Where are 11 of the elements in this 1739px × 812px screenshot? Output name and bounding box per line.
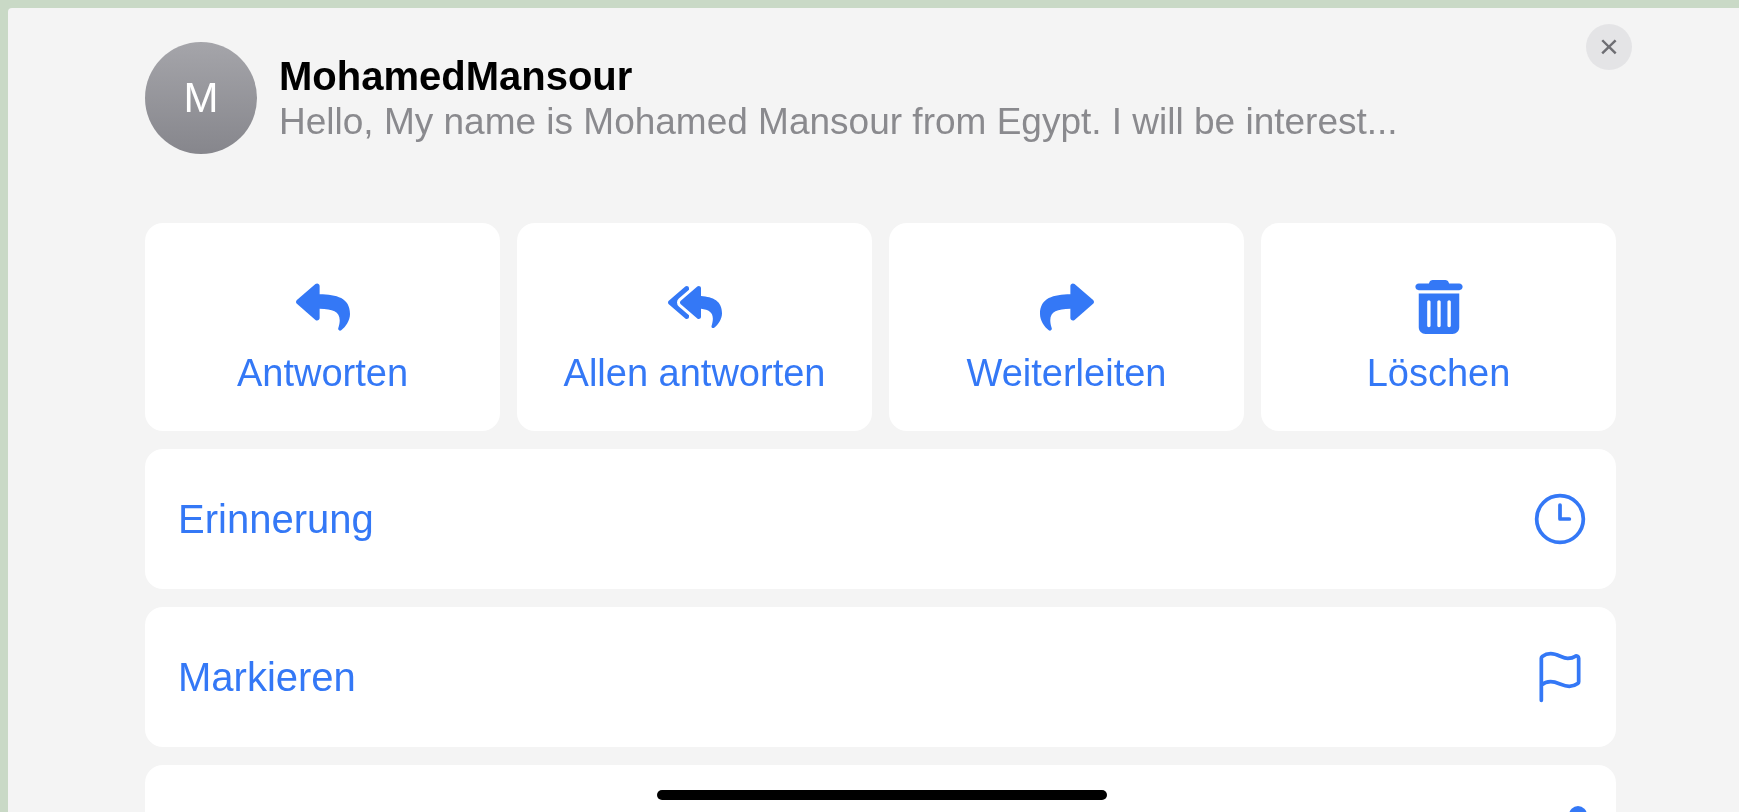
message-preview: Hello, My name is Mohamed Mansour from Egypt. I will be interest... xyxy=(279,100,1398,143)
sender-name: MohamedMansour xyxy=(279,53,634,99)
action-button[interactable]: Allen antworten xyxy=(517,223,872,431)
action-button[interactable]: Weiterleiten xyxy=(889,223,1244,431)
action-button[interactable]: Antworten xyxy=(145,223,500,431)
menu-row[interactable]: Markieren xyxy=(145,607,1616,747)
avatar: M xyxy=(145,42,257,154)
action-button[interactable]: Löschen xyxy=(1261,223,1616,431)
clock-icon xyxy=(1532,491,1588,547)
menu-row[interactable]: Erinnerung xyxy=(145,449,1616,589)
close-button[interactable]: × xyxy=(1586,24,1632,70)
